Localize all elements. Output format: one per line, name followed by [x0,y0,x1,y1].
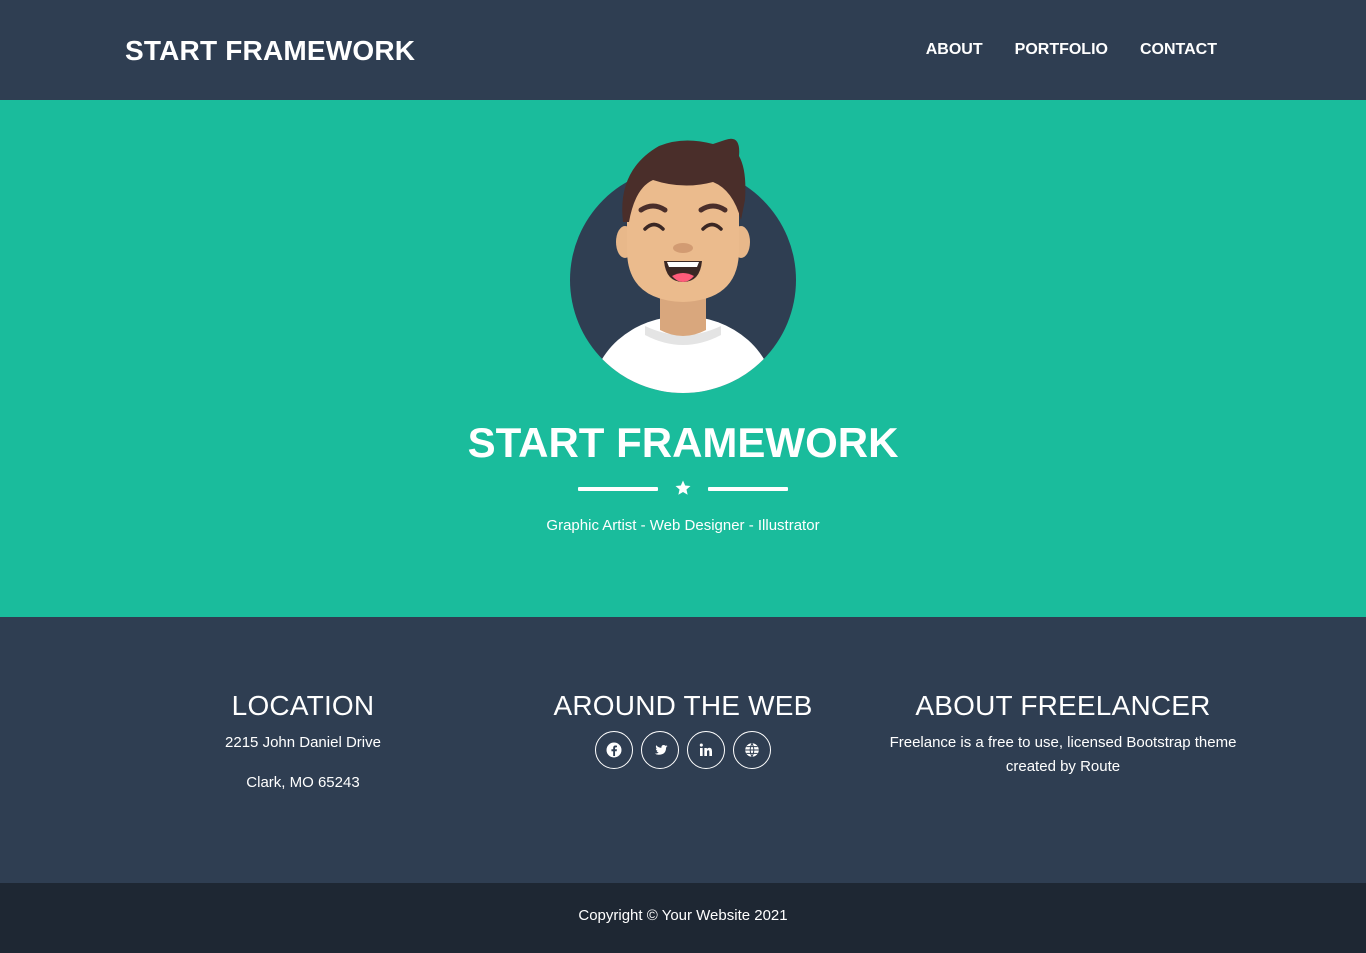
nav-link-about[interactable]: ABOUT [926,40,983,60]
divider-line-right [708,487,788,491]
copyright-text: Copyright © Your Website 2021 [578,907,788,924]
address-line-2: Clark, MO 65243 [246,774,360,791]
linkedin-icon [699,743,712,756]
about-title: ABOUT FREELANCER [915,690,1211,721]
location-title: LOCATION [231,690,375,721]
twitter-button[interactable] [641,731,679,769]
facebook-icon [606,742,622,758]
hero-title: START FRAMEWORK [467,419,899,466]
facebook-button[interactable] [595,731,633,769]
social-links [493,731,873,769]
around-web-title: AROUND THE WEB [553,690,813,721]
divider-line-left [578,487,658,491]
globe-icon [745,743,759,757]
hero-section: START FRAMEWORK Graphic Artist - Web Des… [0,100,1366,617]
twitter-icon [654,744,668,755]
footer: LOCATION 2215 John Daniel Drive Clark, M… [0,617,1366,883]
nav-link-portfolio[interactable]: PORTFOLIO [1015,40,1108,60]
copyright-bar: Copyright © Your Website 2021 [0,883,1366,953]
address-line-1: 2215 John Daniel Drive [225,734,381,751]
globe-button[interactable] [733,731,771,769]
avatar-icon [570,138,796,393]
linkedin-button[interactable] [687,731,725,769]
nav-links: ABOUT PORTFOLIO CONTACT [926,40,1217,60]
nav-link-contact[interactable]: CONTACT [1140,40,1217,60]
hero-subtitle: Graphic Artist - Web Designer - Illustra… [546,517,820,534]
navbar: START FRAMEWORK ABOUT PORTFOLIO CONTACT [0,0,1366,100]
brand-link[interactable]: START FRAMEWORK [125,34,415,68]
about-text: Freelance is a free to use, licensed Boo… [889,734,1237,775]
hero-divider [578,478,788,500]
star-icon [675,480,691,495]
footer-about: ABOUT FREELANCER Freelance is a free to … [873,689,1253,779]
footer-location: LOCATION 2215 John Daniel Drive Clark, M… [113,689,493,795]
footer-around-the-web: AROUND THE WEB [493,689,873,769]
